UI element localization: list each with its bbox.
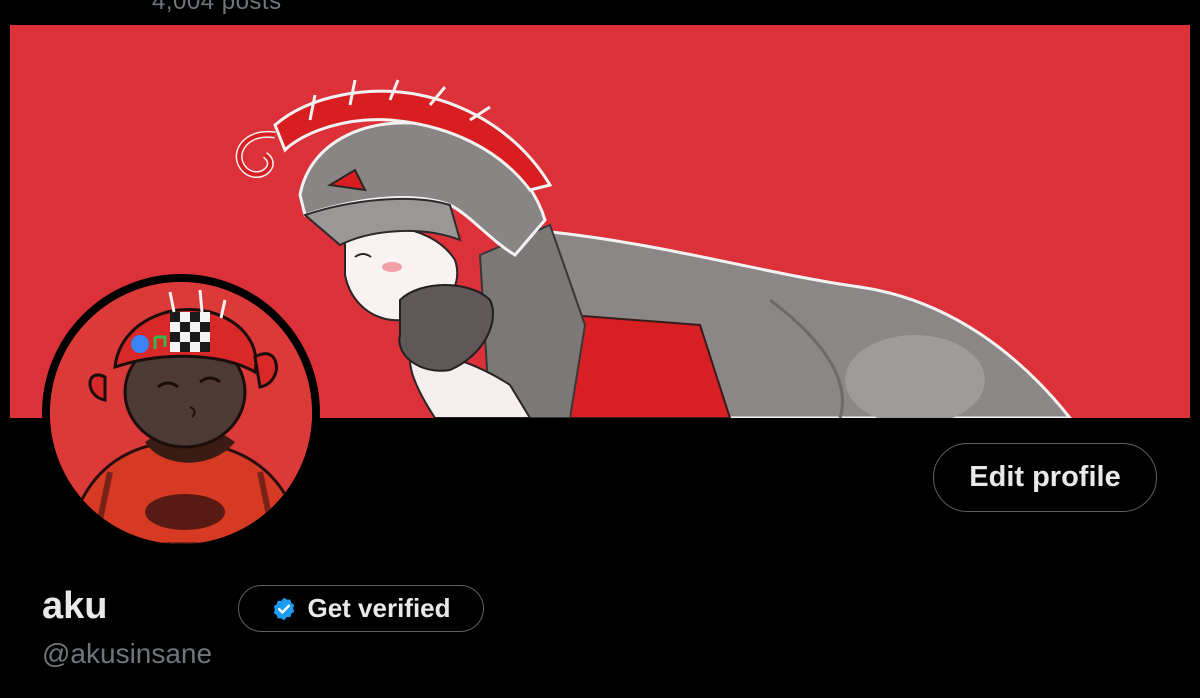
top-header: 4,004 posts	[0, 0, 1200, 25]
verified-badge-icon	[271, 596, 297, 622]
avatar-illustration	[50, 282, 312, 544]
avatar-frame[interactable]	[42, 274, 320, 552]
edit-profile-button[interactable]: Edit profile	[933, 443, 1157, 512]
get-verified-label: Get verified	[307, 593, 451, 623]
post-count: 4,004 posts	[152, 0, 282, 15]
display-name: aku	[42, 585, 108, 627]
user-handle: @akusinsane	[42, 638, 213, 669]
get-verified-button[interactable]: Get verified	[238, 585, 484, 632]
avatar[interactable]	[50, 282, 312, 544]
